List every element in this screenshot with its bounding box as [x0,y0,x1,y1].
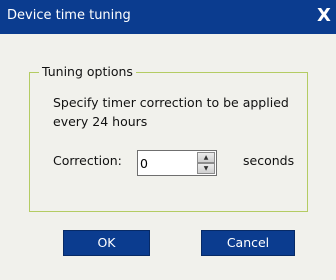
seconds-unit-label: seconds [243,153,295,168]
spin-down-icon[interactable]: ▼ [197,163,215,174]
spin-up-icon[interactable]: ▲ [197,152,215,163]
close-icon[interactable]: X [313,4,335,28]
ok-button[interactable]: OK [63,230,150,256]
description-text: Specify timer correction to be applied e… [53,95,289,129]
correction-input[interactable] [140,153,194,173]
device-time-tuning-dialog: Device time tuning X Tuning options Spec… [0,0,336,280]
title-bar[interactable]: Device time tuning X [0,0,336,34]
correction-spinner[interactable]: ▲ ▼ [137,150,217,176]
dialog-title: Device time tuning [7,8,131,23]
group-legend: Tuning options [39,64,136,80]
correction-label: Correction: [53,153,122,168]
cancel-button[interactable]: Cancel [201,230,295,256]
